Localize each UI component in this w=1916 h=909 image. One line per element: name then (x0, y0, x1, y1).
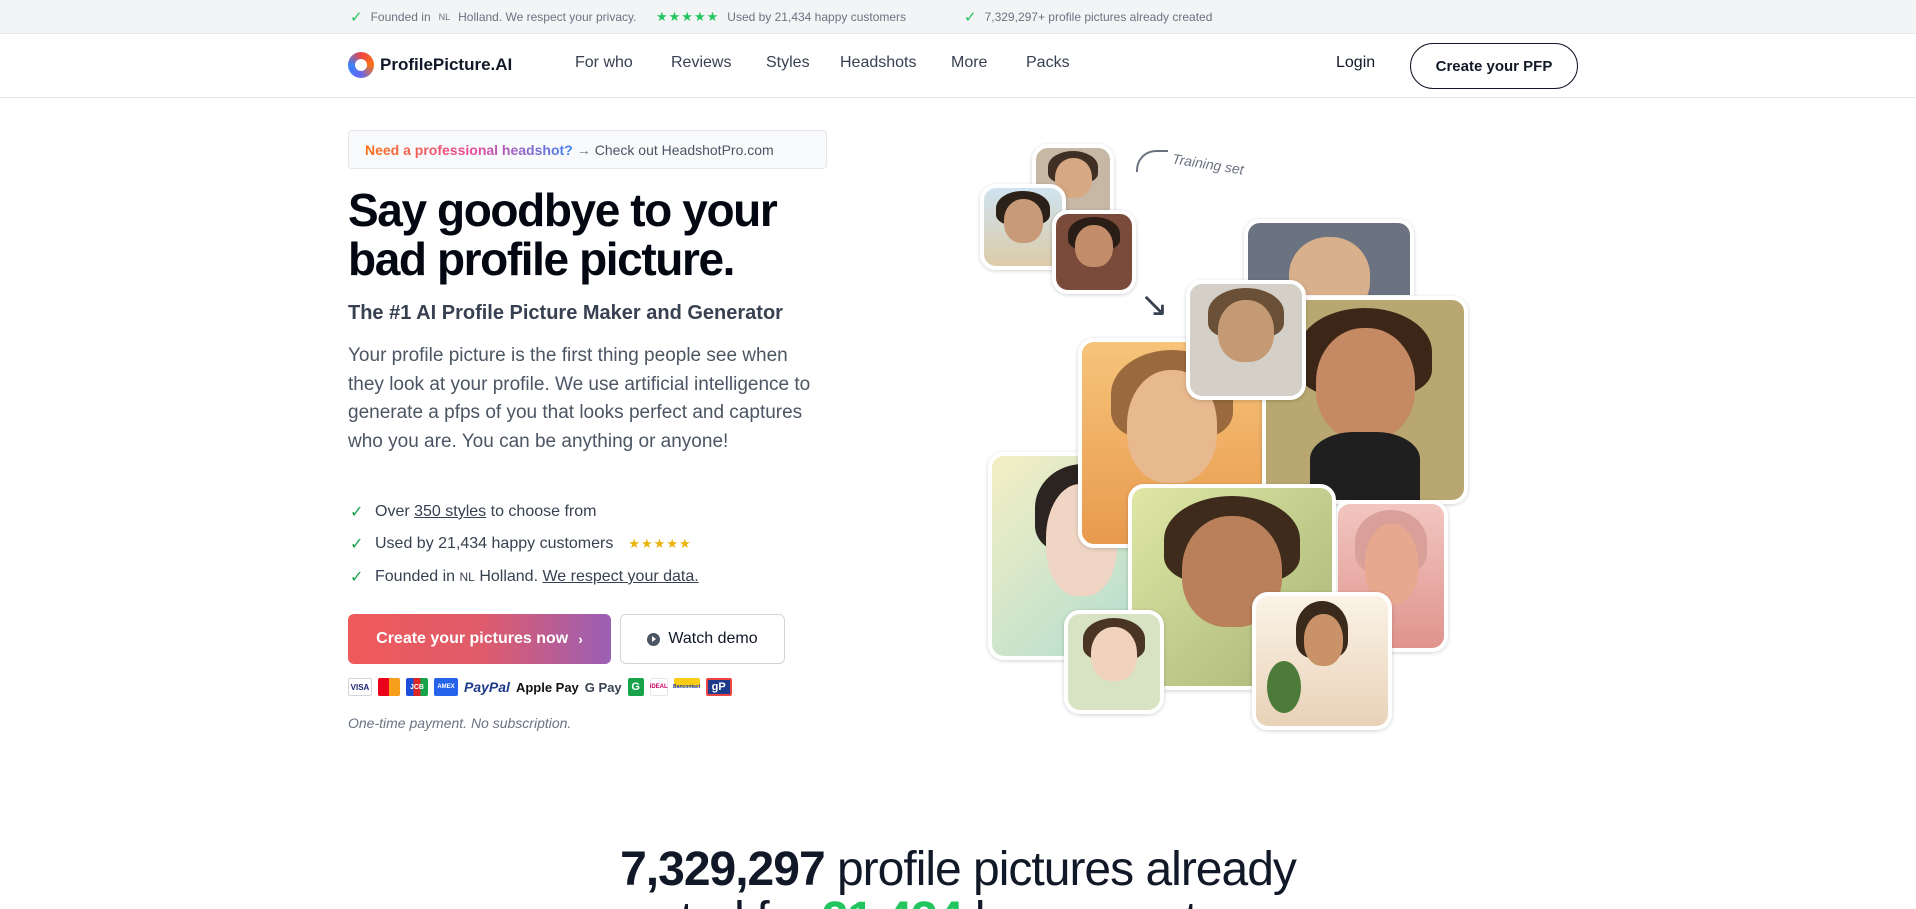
arrow-down-right-icon: ↘ (1140, 286, 1169, 324)
create-pictures-label: Create your pictures now (376, 630, 569, 647)
nav-styles[interactable]: Styles (766, 54, 810, 72)
country-code: NL (438, 12, 451, 22)
gp-icon: gP (705, 678, 732, 696)
jcb-icon: JCB (406, 678, 428, 696)
nav-packs[interactable]: Packs (1026, 54, 1070, 72)
generated-photo (1252, 592, 1392, 730)
hero-title-line1: Say goodbye to your (348, 184, 778, 236)
topbar-privacy-prefix: Founded in (370, 10, 431, 24)
create-pictures-button[interactable]: Create your pictures now › (348, 614, 611, 664)
announcement-bar: ✓ Founded in NL Holland. We respect your… (0, 0, 1916, 34)
paypal-icon: PayPal (464, 679, 510, 695)
star-rating-icon: ★★★★★ (656, 9, 720, 24)
nav-reviews[interactable]: Reviews (671, 54, 731, 72)
topbar-pictures-text: 7,329,297+ profile pictures already crea… (984, 10, 1213, 24)
topbar-customers-text: Used by 21,434 happy customers (727, 10, 907, 24)
logo[interactable]: ProfilePicture.AI (348, 52, 512, 78)
giropay-icon: G (627, 678, 644, 696)
feature-customers-text: Used by 21,434 happy customers (375, 535, 614, 552)
stats-text: profile pictures already (836, 843, 1297, 896)
hero-description: Your profile picture is the first thing … (348, 345, 811, 452)
styles-link[interactable]: 350 styles (414, 503, 486, 520)
amex-icon: AMEX (434, 678, 458, 696)
training-photo (1052, 210, 1136, 294)
nav-more[interactable]: More (951, 54, 987, 72)
topbar-customers: ★★★★★ Used by 21,434 happy customers (656, 0, 906, 34)
logo-text: ProfilePicture.AI (380, 55, 513, 74)
promo-highlight: Need a professional headshot? (365, 141, 573, 158)
logo-icon (348, 52, 374, 78)
feature-founded-pre: Founded in (375, 568, 456, 585)
training-set-label: Training set (1171, 150, 1245, 178)
respect-data-link[interactable]: We respect your data. (542, 568, 698, 585)
topbar-privacy: ✓ Founded in NL Holland. We respect your… (350, 0, 636, 34)
topbar-pictures: ✓ 7,329,297+ profile pictures already cr… (964, 0, 1212, 34)
topbar-privacy-suffix: Holland. We respect your privacy. (458, 10, 637, 24)
feature-customers: ✓ Used by 21,434 happy customers ★★★★★ (350, 534, 692, 554)
generated-photo (1186, 280, 1306, 400)
apple-pay-icon: Apple Pay (515, 679, 579, 695)
stats-line2-post: happy customers (975, 893, 1327, 909)
stats-line2-pre: created for (591, 893, 810, 909)
stats-customers-number: 21,434 (822, 893, 964, 909)
visa-icon: VISA (348, 678, 372, 696)
stats-number: 7,329,297 (620, 843, 826, 896)
chevron-right-icon: › (578, 631, 583, 647)
check-icon: ✓ (350, 504, 364, 521)
country-code: NL (459, 570, 475, 584)
ideal-icon: iDEAL (649, 678, 668, 696)
hero-subtitle: The #1 AI Profile Picture Maker and Gene… (348, 302, 783, 324)
stats-heading: 7,329,297 profile pictures already (0, 842, 1916, 897)
feature-styles-post: to choose from (490, 503, 597, 520)
hero-title-line2: bad profile picture. (348, 233, 735, 285)
payment-note: One-time payment. No subscription. (348, 715, 572, 731)
arrow-right-icon: → (576, 141, 591, 158)
nav-headshots[interactable]: Headshots (840, 54, 917, 72)
play-icon (647, 632, 661, 646)
site-header: ProfilePicture.AI For who Reviews Styles… (0, 34, 1916, 98)
feature-founded: ✓ Founded in NL Holland. We respect your… (350, 567, 699, 587)
watch-demo-label: Watch demo (668, 630, 758, 647)
watch-demo-button[interactable]: Watch demo (620, 614, 785, 664)
feature-founded-mid: Holland. (479, 568, 539, 585)
check-icon: ✓ (964, 9, 977, 26)
check-icon: ✓ (350, 9, 363, 26)
create-pfp-button[interactable]: Create your PFP (1410, 43, 1578, 89)
login-link[interactable]: Login (1336, 54, 1375, 72)
promo-text: Check out HeadshotPro.com (594, 141, 774, 158)
feature-styles-pre: Over (375, 503, 410, 520)
hero-title: Say goodbye to your bad profile picture. (348, 186, 868, 284)
nav-for-who[interactable]: For who (575, 54, 633, 72)
mastercard-icon (378, 678, 400, 696)
check-icon: ✓ (350, 569, 364, 586)
headshotpro-promo-banner[interactable]: Need a professional headshot? → Check ou… (348, 130, 827, 169)
google-pay-icon: G Pay (584, 679, 622, 695)
star-rating-icon: ★★★★★ (628, 536, 692, 551)
payment-methods: VISA JCB AMEX PayPal Apple Pay G Pay G i… (348, 678, 732, 696)
generated-photo (1064, 610, 1164, 714)
bancontact-icon: Bancontact (673, 678, 700, 696)
stats-heading-line2: created for 21,434 happy customers (0, 892, 1916, 909)
feature-styles: ✓ Over 350 styles to choose from (350, 502, 596, 522)
check-icon: ✓ (350, 536, 364, 553)
curved-arrow-icon (1136, 150, 1168, 172)
